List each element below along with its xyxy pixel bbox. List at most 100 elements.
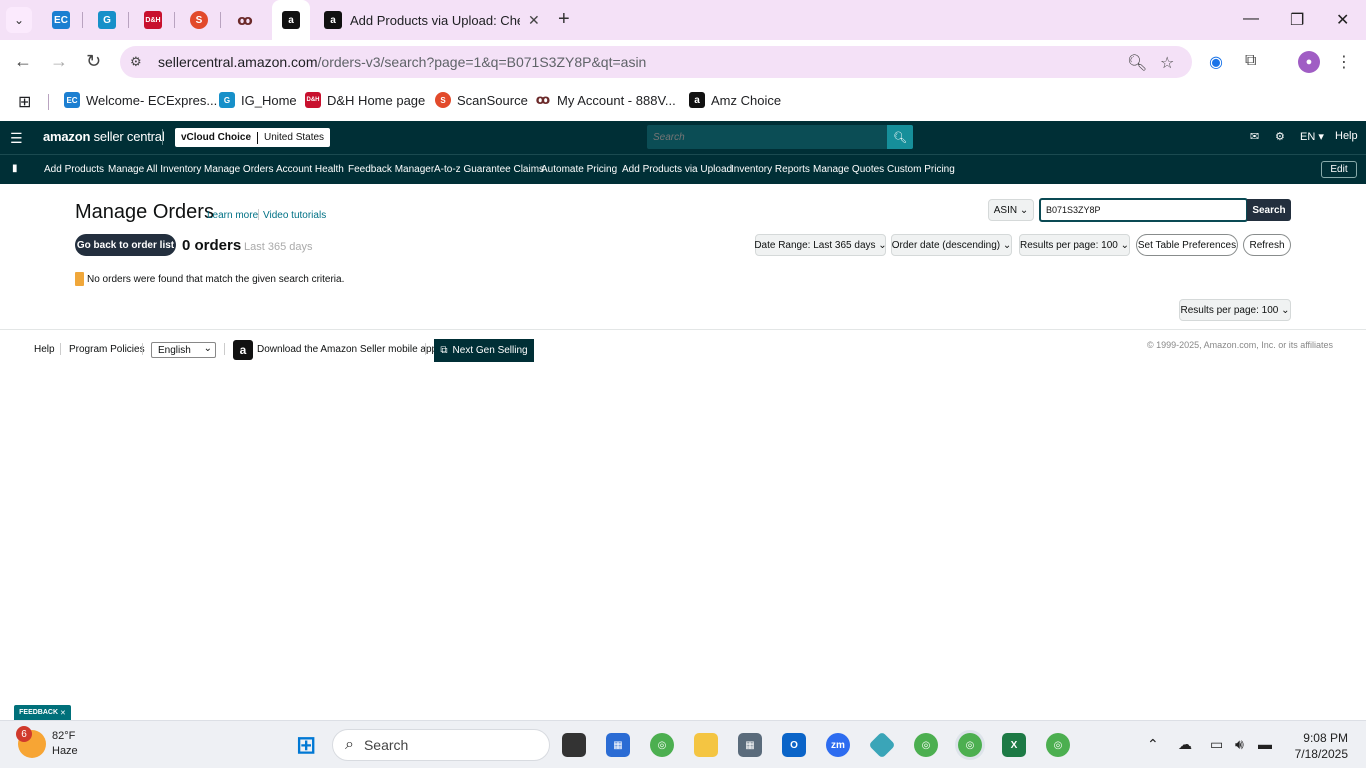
amazon-app-icon[interactable]: a — [233, 340, 253, 360]
download-app-link[interactable]: Download the Amazon Seller mobile app — [257, 344, 437, 355]
date-range-dropdown[interactable]: Date Range: Last 365 days ⌄ — [754, 234, 887, 256]
tab-separator — [82, 12, 83, 28]
minimize-icon[interactable]: — — [1243, 10, 1259, 28]
bookmark-ig-home[interactable]: G IG_Home — [219, 92, 297, 108]
next-gen-selling-button[interactable]: ⧉ Next Gen Selling — [434, 339, 534, 362]
tab-ecexpress[interactable]: EC — [44, 0, 78, 40]
nav-a-to-z-claims[interactable]: A-to-z Guarantee Claims — [434, 164, 544, 175]
search-icon[interactable]: 🔍︎ — [887, 125, 913, 149]
chevron-up-icon[interactable]: ⌃ — [1147, 736, 1159, 753]
chrome-profile-icon[interactable]: ◎ — [914, 733, 938, 757]
tab-title: Add Products via Upload: Chec — [350, 12, 520, 28]
chrome-alt-icon[interactable]: ◎ — [1046, 733, 1070, 757]
diamond-app-icon[interactable] — [868, 731, 896, 759]
nav-add-products[interactable]: Add Products — [44, 164, 104, 175]
weather-widget[interactable]: 6 82°F Haze — [16, 726, 78, 759]
tab-ig-home[interactable]: G — [90, 0, 124, 40]
sort-dropdown[interactable]: Order date (descending) ⌄ — [891, 234, 1012, 256]
mail-icon[interactable]: ✉ — [1250, 130, 1259, 143]
seller-central-logo[interactable]: amazon seller central — [43, 129, 165, 144]
search-button[interactable]: Search — [1247, 199, 1291, 221]
store-icon[interactable]: ▦ — [606, 733, 630, 757]
chevron-down-icon: ⌄ — [203, 343, 212, 354]
close-icon[interactable]: ✕ — [528, 12, 540, 29]
chrome-active-icon[interactable]: ◎ — [958, 733, 982, 757]
order-search-input[interactable] — [1046, 205, 1236, 215]
volume-icon[interactable]: 🔊︎ — [1235, 736, 1244, 753]
profile-avatar[interactable]: ● — [1298, 51, 1320, 73]
refresh-button[interactable]: Refresh — [1243, 234, 1291, 256]
seller-central-header: ☰ amazon seller central vCloud Choice Un… — [0, 121, 1366, 154]
tab-scansource[interactable]: S — [182, 0, 216, 40]
nav-feedback-manager[interactable]: Feedback Manager — [348, 164, 434, 175]
taskbar-clock[interactable]: 9:08 PM 7/18/2025 — [1288, 730, 1348, 762]
tab-search-button[interactable]: ⌄ — [6, 7, 32, 33]
tab-my-account[interactable]: ꝏ — [228, 0, 262, 40]
new-tab-button[interactable]: + — [558, 8, 570, 31]
reload-icon[interactable]: ↻ — [86, 51, 101, 72]
ecexpress-favicon-icon: EC — [52, 11, 70, 29]
nav-manage-quotes[interactable]: Manage Quotes — [813, 164, 884, 175]
apps-grid-icon[interactable]: ⊞ — [18, 92, 31, 112]
learn-more-link[interactable]: Learn more — [207, 210, 258, 221]
bookmark-scansource[interactable]: S ScanSource — [435, 92, 528, 108]
back-arrow-icon[interactable]: ← — [14, 51, 32, 72]
extensions-puzzle-icon[interactable]: ⧉ — [1245, 52, 1256, 70]
file-explorer-icon[interactable] — [694, 733, 718, 757]
bookmark-my-account[interactable]: ꝏ My Account - 888V... — [535, 92, 676, 108]
tab-dh[interactable]: D&H — [136, 0, 170, 40]
footer-language-select[interactable]: English ⌄ — [151, 342, 216, 358]
onedrive-icon[interactable]: ☁ — [1178, 736, 1192, 753]
tab-amazon[interactable]: a — [272, 0, 310, 40]
calculator-icon[interactable]: ▦ — [738, 733, 762, 757]
bookmark-ecexpress[interactable]: EC Welcome- ECExpres... — [64, 92, 217, 108]
zoom-icon[interactable]: 🔍︎ — [1127, 53, 1147, 73]
nav-automate-pricing[interactable]: Automate Pricing — [541, 164, 617, 175]
hamburger-menu-icon[interactable]: ☰ — [10, 130, 23, 147]
header-search-input[interactable] — [647, 131, 887, 143]
set-table-preferences-button[interactable]: Set Table Preferences — [1136, 234, 1238, 256]
battery-icon[interactable]: ▬ — [1258, 736, 1272, 752]
back-to-order-list-button[interactable]: Go back to order list — [75, 234, 176, 256]
outlook-icon[interactable]: O — [782, 733, 806, 757]
restore-icon[interactable]: ❐ — [1290, 10, 1304, 30]
extension-globe-icon[interactable]: ◉ — [1209, 52, 1223, 72]
header-search: 🔍︎ — [647, 125, 913, 149]
program-policies-link[interactable]: Program Policies — [69, 344, 145, 355]
bookmark-star-icon[interactable]: ☆ — [1160, 53, 1174, 73]
bookmark-icon[interactable]: ▮ — [12, 163, 18, 174]
chrome-icon[interactable]: ◎ — [650, 733, 674, 757]
results-per-page-bottom-dropdown[interactable]: Results per page: 100 ⌄ — [1179, 299, 1291, 321]
bookmark-amz-choice[interactable]: a Amz Choice — [689, 92, 781, 108]
network-icon[interactable]: ▭ — [1210, 736, 1223, 753]
nav-manage-orders[interactable]: Manage Orders — [204, 164, 273, 175]
help-link[interactable]: Help — [1335, 130, 1358, 142]
address-bar[interactable]: ⚙ sellercentral.amazon.com/orders-v3/sea… — [120, 46, 1192, 78]
results-per-page-dropdown[interactable]: Results per page: 100 ⌄ — [1019, 234, 1130, 256]
nav-custom-pricing[interactable]: Custom Pricing — [887, 164, 955, 175]
footer-help-link[interactable]: Help — [34, 344, 55, 355]
bookmark-dh[interactable]: D&H D&H Home page — [305, 92, 425, 108]
excel-icon[interactable]: X — [1002, 733, 1026, 757]
gear-icon[interactable]: ⚙ — [1275, 130, 1285, 143]
nav-inventory-reports[interactable]: Inventory Reports — [731, 164, 810, 175]
forward-arrow-icon[interactable]: → — [50, 51, 68, 72]
search-type-select[interactable]: ASIN ⌄ — [988, 199, 1034, 221]
order-search-box — [1039, 198, 1248, 222]
store-selector[interactable]: vCloud Choice United States — [175, 128, 331, 147]
zoom-app-icon[interactable]: zm — [826, 733, 850, 757]
more-menu-icon[interactable]: ⋮ — [1336, 52, 1352, 72]
feedback-tab[interactable]: FEEDBACK ✕ — [14, 705, 71, 720]
task-view-icon[interactable] — [562, 733, 586, 757]
nav-add-products-upload[interactable]: Add Products via Upload — [622, 164, 732, 175]
site-info-icon[interactable]: ⚙ — [130, 54, 150, 70]
nav-account-health[interactable]: Account Health — [276, 164, 344, 175]
video-tutorials-link[interactable]: Video tutorials — [263, 210, 326, 221]
tab-add-products-upload[interactable]: a Add Products via Upload: Chec ✕ — [312, 0, 550, 40]
nav-manage-all-inventory[interactable]: Manage All Inventory — [108, 164, 201, 175]
language-selector[interactable]: EN ▾ — [1300, 130, 1324, 143]
windows-start-icon[interactable]: ⊞ — [294, 732, 318, 759]
close-window-icon[interactable]: ✕ — [1336, 10, 1349, 30]
taskbar-search[interactable]: ⌕ Search — [332, 729, 550, 761]
edit-nav-button[interactable]: Edit — [1321, 161, 1357, 178]
